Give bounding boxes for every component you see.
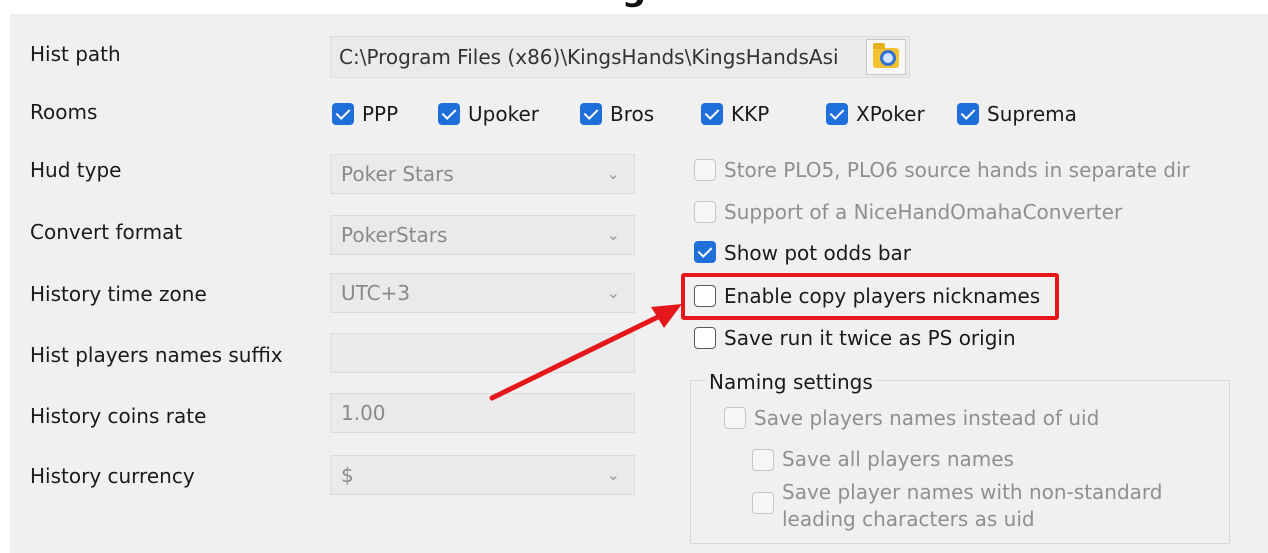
annotation-arrow bbox=[489, 304, 682, 401]
